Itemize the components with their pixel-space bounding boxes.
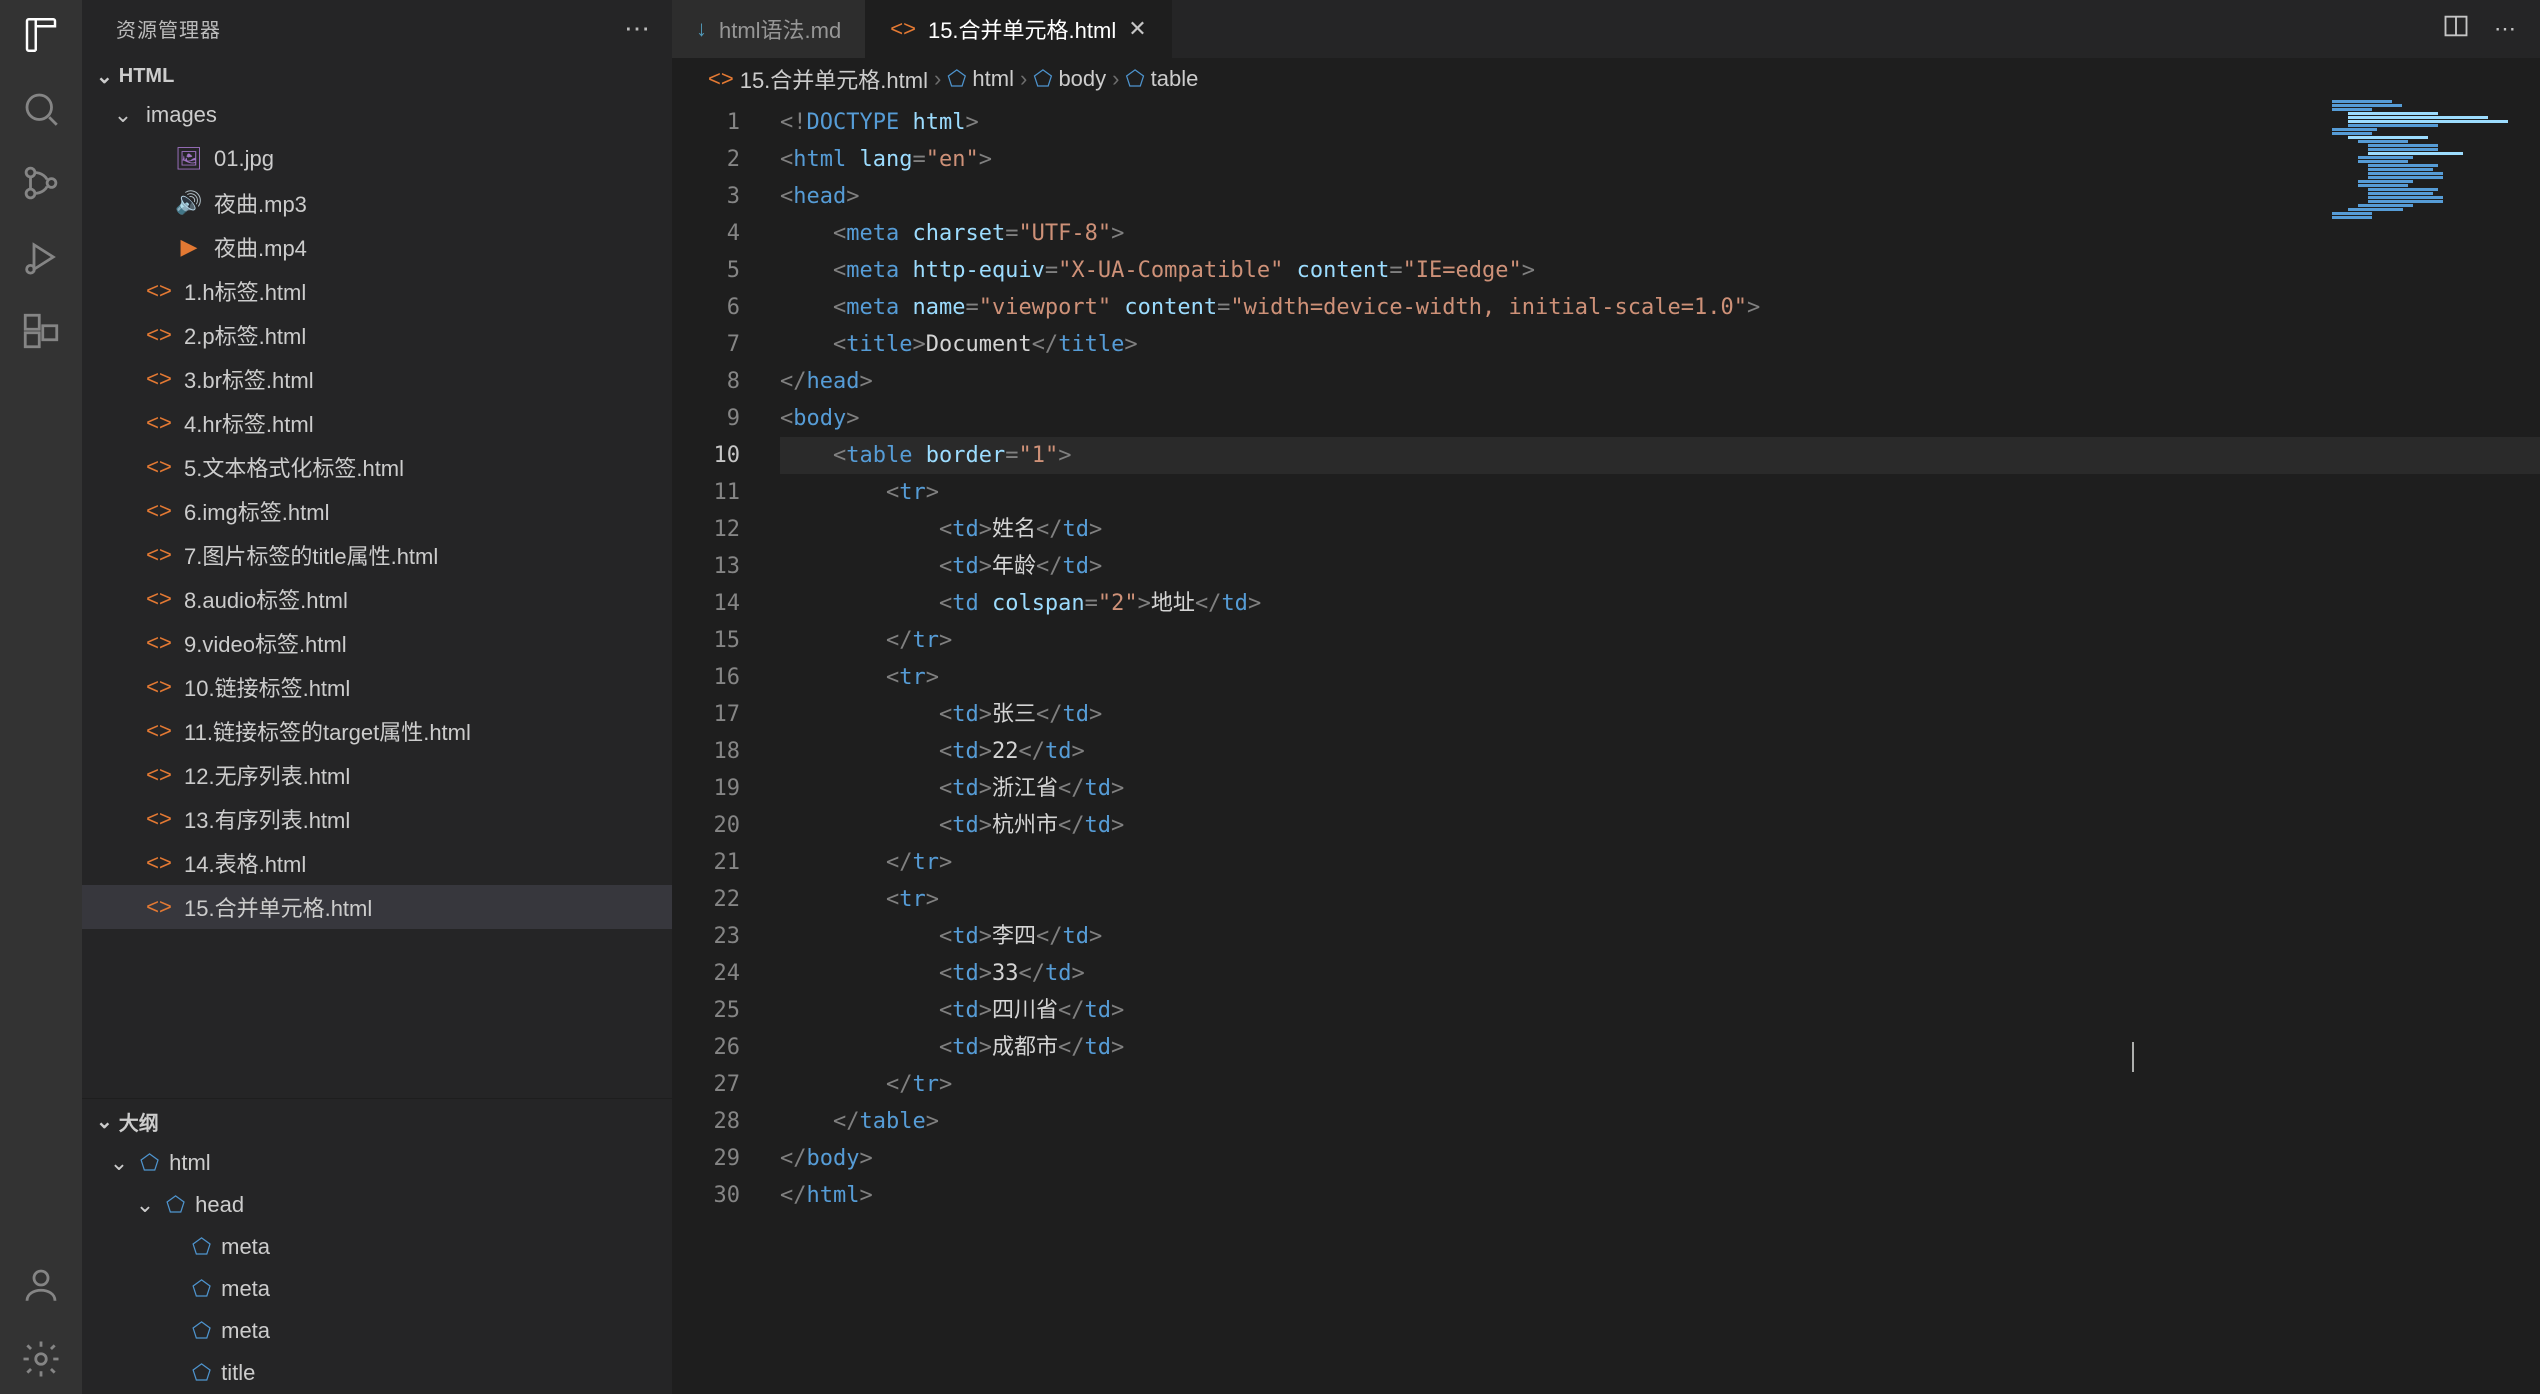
search-icon[interactable] <box>20 88 62 130</box>
tree-file[interactable]: 🔊夜曲.mp3 <box>82 181 672 225</box>
html-file-icon: <> <box>146 366 172 392</box>
breadcrumb[interactable]: <> 15.合并单元格.html › ⬠ html › ⬠ body › ⬠ t… <box>672 58 2540 100</box>
html-file-icon: <> <box>146 850 172 876</box>
tree-file[interactable]: <>15.合并单元格.html <box>82 885 672 929</box>
text-cursor <box>2132 1042 2134 1072</box>
split-editor-icon[interactable] <box>2442 12 2470 46</box>
tree-file[interactable]: <>11.链接标签的target属性.html <box>82 709 672 753</box>
html-file-icon: <> <box>146 762 172 788</box>
symbol-icon: ⬠ <box>192 1276 211 1302</box>
sidebar-title: 资源管理器 <box>116 14 221 43</box>
tree-file[interactable]: <>8.audio标签.html <box>82 577 672 621</box>
html-file-icon: <> <box>890 16 916 42</box>
more-actions-icon[interactable]: ⋯ <box>2494 16 2516 42</box>
extensions-icon[interactable] <box>20 310 62 352</box>
outline-item[interactable]: ⬠meta <box>82 1226 672 1268</box>
tree-file[interactable]: <>5.文本格式化标签.html <box>82 445 672 489</box>
html-file-icon: <> <box>146 674 172 700</box>
outline-item[interactable]: ⬠meta <box>82 1310 672 1352</box>
symbol-icon: ⬠ <box>192 1318 211 1344</box>
html-file-icon: <> <box>146 894 172 920</box>
html-file-icon: <> <box>146 542 172 568</box>
tree-file[interactable]: ▶夜曲.mp4 <box>82 225 672 269</box>
symbol-icon: ⬠ <box>140 1150 159 1176</box>
symbol-icon: ⬠ <box>1033 66 1052 92</box>
activity-bar <box>0 0 82 1394</box>
chevron-down-icon: ⌄ <box>108 1150 130 1176</box>
html-file-icon: <> <box>146 278 172 304</box>
tree-file[interactable]: <>4.hr标签.html <box>82 401 672 445</box>
markdown-file-icon: ↓ <box>696 16 707 42</box>
tree-root[interactable]: ⌄ HTML <box>82 60 672 93</box>
settings-icon[interactable] <box>20 1338 62 1380</box>
editor[interactable]: 1234567891011121314151617181920212223242… <box>672 100 2540 1394</box>
chevron-down-icon: ⌄ <box>134 1192 156 1218</box>
code-content[interactable]: <!DOCTYPE html><html lang="en"><head> <m… <box>780 100 2540 1394</box>
tree-file[interactable]: <>10.链接标签.html <box>82 665 672 709</box>
editor-tab[interactable]: <>15.合并单元格.html✕ <box>866 0 1171 58</box>
symbol-icon: ⬠ <box>166 1192 185 1218</box>
html-file-icon: <> <box>146 718 172 744</box>
outline-item[interactable]: ⌄⬠head <box>82 1184 672 1226</box>
sidebar: 资源管理器 ⋯ ⌄ HTML ⌄ images 🖼01.jpg🔊夜曲.mp3▶夜… <box>82 0 672 1394</box>
account-icon[interactable] <box>20 1264 62 1306</box>
html-file-icon: <> <box>146 586 172 612</box>
run-debug-icon[interactable] <box>20 236 62 278</box>
html-file-icon: <> <box>146 498 172 524</box>
tree-file[interactable]: <>9.video标签.html <box>82 621 672 665</box>
symbol-icon: ⬠ <box>1125 66 1144 92</box>
chevron-down-icon: ⌄ <box>96 1109 113 1134</box>
close-icon[interactable]: ✕ <box>1128 16 1146 42</box>
tree-file[interactable]: <>1.h标签.html <box>82 269 672 313</box>
html-file-icon: <> <box>146 454 172 480</box>
tree-file[interactable]: <>13.有序列表.html <box>82 797 672 841</box>
explorer-icon[interactable] <box>20 14 62 56</box>
tree-file[interactable]: <>3.br标签.html <box>82 357 672 401</box>
tree-file[interactable]: <>14.表格.html <box>82 841 672 885</box>
chevron-down-icon: ⌄ <box>96 64 113 89</box>
symbol-icon: ⬠ <box>192 1360 211 1386</box>
line-gutter: 1234567891011121314151617181920212223242… <box>672 100 780 1394</box>
explorer-tree[interactable]: ⌄ HTML ⌄ images 🖼01.jpg🔊夜曲.mp3▶夜曲.mp4 <>… <box>82 56 672 1098</box>
html-file-icon: <> <box>146 806 172 832</box>
outline-item[interactable]: ⬠meta <box>82 1268 672 1310</box>
tree-file[interactable]: 🖼01.jpg <box>82 137 672 181</box>
editor-tab[interactable]: ↓html语法.md <box>672 0 866 58</box>
tree-file[interactable]: <>2.p标签.html <box>82 313 672 357</box>
tab-bar: ↓html语法.md<>15.合并单元格.html✕ ⋯ <box>672 0 2540 58</box>
tree-folder-images[interactable]: ⌄ images <box>82 93 672 137</box>
source-control-icon[interactable] <box>20 162 62 204</box>
html-file-icon: <> <box>146 322 172 348</box>
html-file-icon: <> <box>146 410 172 436</box>
mp4-file-icon: ▶ <box>176 234 202 260</box>
chevron-down-icon: ⌄ <box>112 102 134 128</box>
minimap[interactable] <box>2320 100 2540 240</box>
html-file-icon: <> <box>146 630 172 656</box>
tree-file[interactable]: <>6.img标签.html <box>82 489 672 533</box>
sidebar-more-icon[interactable]: ⋯ <box>624 13 650 44</box>
tree-file[interactable]: <>12.无序列表.html <box>82 753 672 797</box>
outline-item[interactable]: ⬠title <box>82 1352 672 1394</box>
tree-file[interactable]: <>7.图片标签的title属性.html <box>82 533 672 577</box>
outline-header[interactable]: ⌄ 大纲 <box>82 1099 672 1142</box>
symbol-icon: ⬠ <box>947 66 966 92</box>
outline-item[interactable]: ⌄⬠html <box>82 1142 672 1184</box>
html-file-icon: <> <box>708 66 734 92</box>
jpg-file-icon: 🖼 <box>176 146 202 172</box>
symbol-icon: ⬠ <box>192 1234 211 1260</box>
mp3-file-icon: 🔊 <box>176 190 202 216</box>
